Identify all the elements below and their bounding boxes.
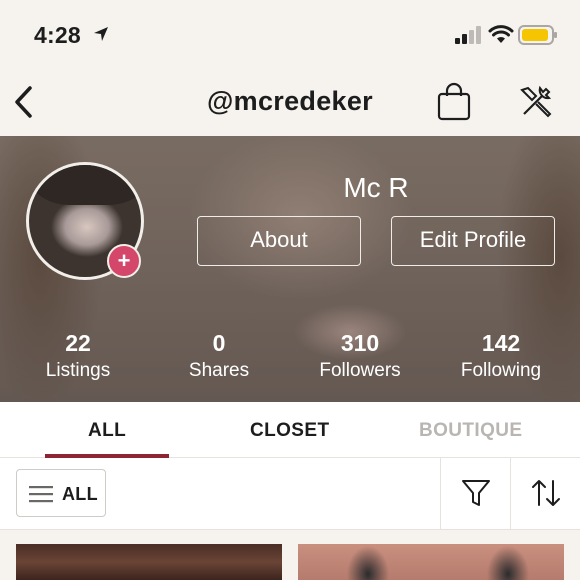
sort-arrows-icon[interactable] [530, 478, 562, 508]
add-photo-button[interactable]: + [107, 244, 141, 278]
stat-following[interactable]: 142 Following [431, 330, 571, 382]
category-all-button[interactable]: ALL [16, 469, 106, 517]
status-time: 4:28 [34, 22, 81, 48]
stat-value: 0 [212, 330, 226, 356]
tab-closet[interactable]: CLOSET [250, 420, 329, 442]
category-all-label: ALL [62, 484, 98, 504]
tools-icon[interactable] [516, 82, 556, 122]
stat-listings[interactable]: 22 Listings [8, 330, 148, 382]
tab-all[interactable]: ALL [88, 420, 126, 442]
page-title: @mcredeker [207, 86, 373, 116]
listing-grid [0, 530, 580, 580]
avatar-hair [29, 165, 141, 205]
wifi-icon [488, 25, 514, 43]
stat-label: Listings [45, 360, 111, 381]
location-arrow-icon [94, 27, 108, 41]
listing-thumbnail[interactable] [298, 544, 564, 580]
edit-profile-button[interactable]: Edit Profile [391, 216, 555, 266]
stat-value: 142 [481, 330, 521, 356]
profile-name: Mc R [343, 172, 409, 203]
about-button[interactable]: About [197, 216, 361, 266]
battery-icon [518, 25, 557, 45]
shopping-bag-icon[interactable] [436, 82, 472, 122]
stat-shares[interactable]: 0 Shares [149, 330, 289, 382]
hamburger-icon [29, 486, 53, 503]
filter-funnel-icon[interactable] [461, 478, 491, 508]
stat-label: Followers [319, 360, 401, 381]
cellular-signal-icon [455, 26, 481, 44]
stat-value: 310 [340, 330, 380, 356]
status-bar: 4:28 [0, 0, 580, 70]
filter-divider [510, 458, 511, 530]
listing-thumbnail[interactable] [16, 544, 282, 580]
stat-label: Following [460, 360, 542, 381]
stat-value: 22 [65, 330, 91, 356]
tab-boutique[interactable]: BOUTIQUE [419, 420, 522, 442]
filter-divider [440, 458, 441, 530]
filter-bar: ALL [0, 458, 580, 530]
stat-followers[interactable]: 310 Followers [290, 330, 430, 382]
profile-cover: + Mc R About Edit Profile 22 Listings 0 … [0, 136, 580, 402]
stat-label: Shares [188, 360, 250, 381]
closet-tabs: ALL CLOSET BOUTIQUE [0, 402, 580, 458]
nav-bar: @mcredeker [0, 70, 580, 136]
